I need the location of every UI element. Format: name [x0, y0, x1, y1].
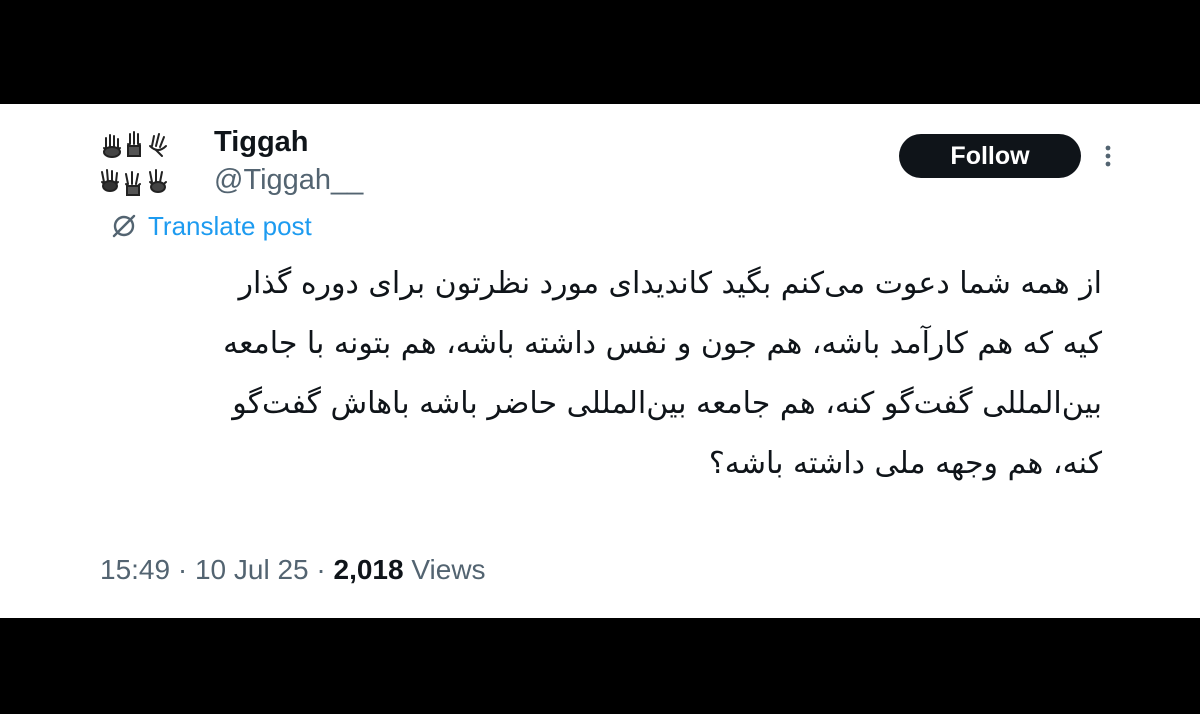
user-handle[interactable]: @Tiggah__ — [214, 162, 363, 198]
more-options-button[interactable] — [1096, 140, 1120, 172]
avatar[interactable] — [96, 126, 174, 204]
views-label[interactable]: Views — [411, 554, 485, 585]
globe-slash-icon — [108, 210, 140, 242]
follow-button[interactable]: Follow — [899, 134, 1081, 178]
screenshot-frame: Tiggah @Tiggah__ Follow Translate post ا… — [0, 0, 1200, 714]
meta-separator: · — [170, 554, 195, 585]
tweet-text-line: بین‌المللی گفت‌گو کنه، هم جامعه بین‌المل… — [232, 386, 1102, 421]
user-info[interactable]: Tiggah @Tiggah__ — [214, 124, 363, 198]
meta-separator: · — [308, 554, 334, 585]
tweet-card: Tiggah @Tiggah__ Follow Translate post ا… — [0, 104, 1200, 618]
translate-post-link[interactable]: Translate post — [108, 210, 312, 242]
views-count[interactable]: 2,018 — [334, 554, 404, 585]
tweet-time[interactable]: 15:49 — [100, 554, 170, 585]
translate-post-label[interactable]: Translate post — [148, 211, 312, 242]
tweet-text-line: کنه، هم وجهه ملی داشته باشه؟ — [708, 446, 1102, 481]
tweet-text-line: از همه شما دعوت می‌کنم بگید کاندیدای مور… — [238, 266, 1102, 301]
hands-drawing-avatar-icon — [96, 126, 174, 204]
vertical-dots-icon — [1105, 145, 1111, 167]
tweet-text-line: کیه که هم کارآمد باشه، هم جون و نفس داشت… — [223, 326, 1102, 361]
tweet-text: از همه شما دعوت می‌کنم بگید کاندیدای مور… — [90, 254, 1102, 494]
tweet-date[interactable]: 10 Jul 25 — [195, 554, 309, 585]
display-name[interactable]: Tiggah — [214, 124, 363, 160]
tweet-metadata: 15:49 · 10 Jul 25 · 2,018 Views — [100, 554, 486, 586]
